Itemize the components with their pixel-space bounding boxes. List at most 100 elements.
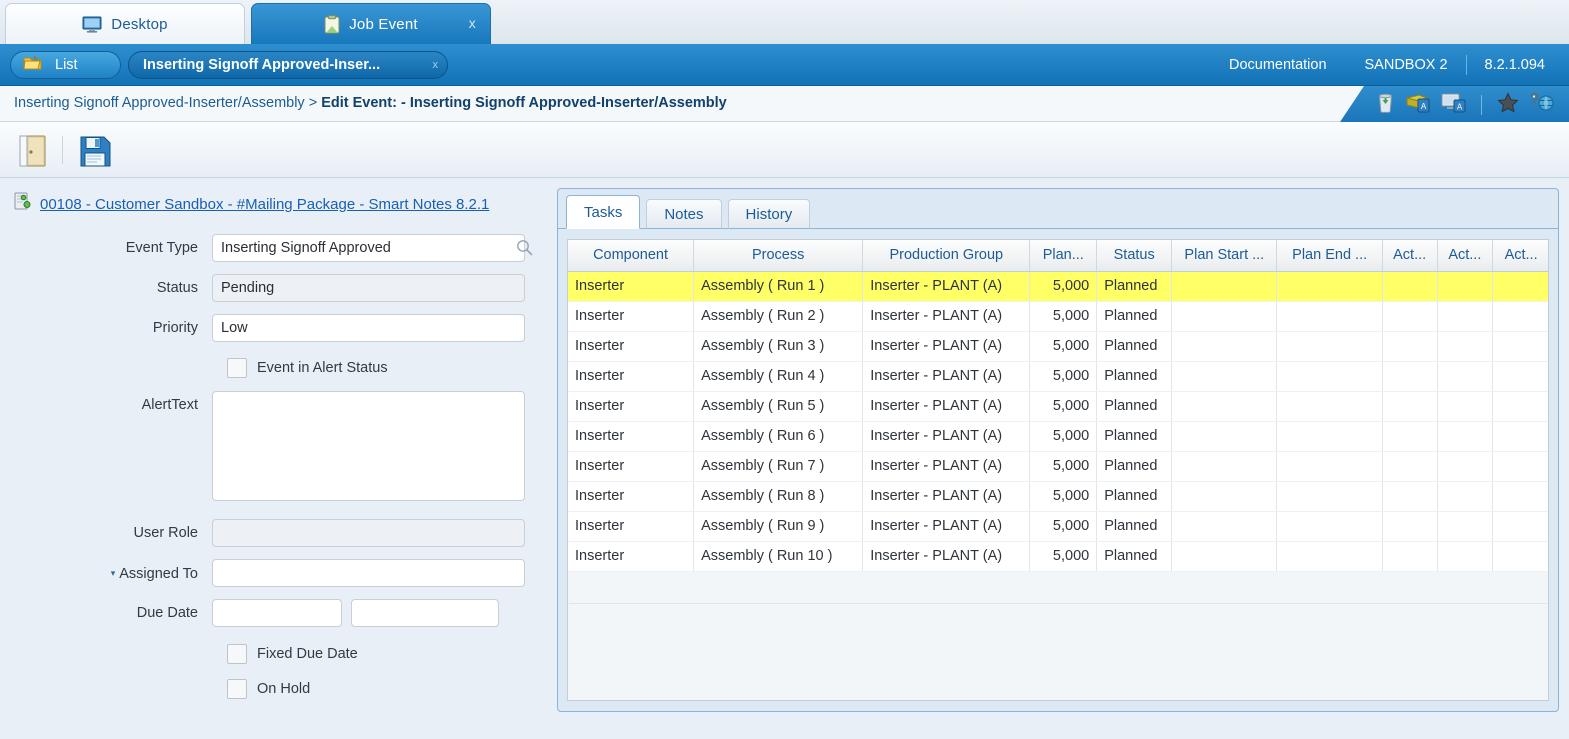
cell-r1-c1[interactable]: Assembly ( Run 2 ) <box>693 301 864 332</box>
cell-r7-c3[interactable]: 5,000 <box>1029 481 1098 512</box>
cell-r4-c5[interactable] <box>1171 391 1278 422</box>
book-icon[interactable]: A <box>1405 92 1430 118</box>
cell-r0-c2[interactable]: Inserter - PLANT (A) <box>862 271 1031 302</box>
cell-r3-c4[interactable]: Planned <box>1096 361 1173 392</box>
cell-r7-c2[interactable]: Inserter - PLANT (A) <box>862 481 1031 512</box>
cell-r6-c1[interactable]: Assembly ( Run 7 ) <box>693 451 864 482</box>
cell-r0-c1[interactable]: Assembly ( Run 1 ) <box>693 271 864 302</box>
cell-r5-c7[interactable] <box>1382 421 1438 452</box>
event-in-alert-status-checkbox[interactable] <box>227 358 247 378</box>
fixed-due-date-row[interactable]: Fixed Due Date <box>227 644 358 664</box>
cell-r6-c8[interactable] <box>1437 451 1494 482</box>
cell-r3-c8[interactable] <box>1437 361 1494 392</box>
column-header-0[interactable]: Component <box>568 240 695 272</box>
breadcrumb-parent[interactable]: Inserting Signoff Approved-Inserter/Asse… <box>14 95 305 111</box>
cell-r1-c6[interactable] <box>1276 301 1383 332</box>
cell-r5-c9[interactable] <box>1492 421 1548 452</box>
globe-key-icon[interactable] <box>1530 92 1555 118</box>
cell-r1-c9[interactable] <box>1492 301 1548 332</box>
cell-r6-c7[interactable] <box>1382 451 1438 482</box>
cell-r4-c4[interactable]: Planned <box>1096 391 1173 422</box>
cell-r8-c7[interactable] <box>1382 511 1438 542</box>
cell-r5-c4[interactable]: Planned <box>1096 421 1173 452</box>
assigned-to-select[interactable] <box>212 559 525 587</box>
cell-r9-c9[interactable] <box>1492 541 1548 572</box>
screen-icon[interactable]: A <box>1441 92 1466 118</box>
cell-r0-c4[interactable]: Planned <box>1096 271 1173 302</box>
cell-r3-c6[interactable] <box>1276 361 1383 392</box>
fixed-due-date-checkbox[interactable] <box>227 644 247 664</box>
cell-r9-c7[interactable] <box>1382 541 1438 572</box>
cell-r4-c9[interactable] <box>1492 391 1548 422</box>
expand-triangle-icon[interactable]: ▾ <box>111 568 116 578</box>
cell-r0-c3[interactable]: 5,000 <box>1029 271 1098 302</box>
cell-r5-c5[interactable] <box>1171 421 1278 452</box>
record-link[interactable]: 00108 - Customer Sandbox - #Mailing Pack… <box>40 196 489 213</box>
event-type-input[interactable]: Inserting Signoff Approved <box>212 234 525 262</box>
cell-r3-c5[interactable] <box>1171 361 1278 392</box>
cell-r0-c8[interactable] <box>1437 271 1494 302</box>
cell-r7-c9[interactable] <box>1492 481 1548 512</box>
cell-r0-c9[interactable] <box>1492 271 1548 302</box>
recycle-bin-icon[interactable] <box>1376 92 1395 118</box>
cell-r4-c0[interactable]: Inserter <box>568 391 695 422</box>
cell-r2-c5[interactable] <box>1171 331 1278 362</box>
cell-r4-c3[interactable]: 5,000 <box>1029 391 1098 422</box>
cell-r0-c0[interactable]: Inserter <box>568 271 695 302</box>
cell-r9-c3[interactable]: 5,000 <box>1029 541 1098 572</box>
cell-r9-c2[interactable]: Inserter - PLANT (A) <box>862 541 1031 572</box>
cell-r1-c7[interactable] <box>1382 301 1438 332</box>
user-role-input[interactable] <box>212 519 525 547</box>
status-select[interactable]: Pending <box>212 274 525 302</box>
cell-r0-c7[interactable] <box>1382 271 1438 302</box>
cell-r5-c3[interactable]: 5,000 <box>1029 421 1098 452</box>
cell-r8-c5[interactable] <box>1171 511 1278 542</box>
cell-r8-c0[interactable]: Inserter <box>568 511 695 542</box>
column-header-5[interactable]: Plan Start ... <box>1171 240 1278 272</box>
table-row[interactable]: Inserter Assembly ( Run 5 ) Inserter - PLA… <box>568 391 1548 422</box>
cell-r6-c4[interactable]: Planned <box>1096 451 1173 482</box>
tab-history[interactable]: History <box>727 199 811 229</box>
cell-r7-c7[interactable] <box>1382 481 1438 512</box>
window-tab-close-icon[interactable]: x <box>469 15 476 31</box>
cell-r9-c5[interactable] <box>1171 541 1278 572</box>
cell-r3-c3[interactable]: 5,000 <box>1029 361 1098 392</box>
cell-r0-c5[interactable] <box>1171 271 1278 302</box>
cell-r8-c6[interactable] <box>1276 511 1383 542</box>
cell-r8-c2[interactable]: Inserter - PLANT (A) <box>862 511 1031 542</box>
active-record-pill-close-icon[interactable]: x <box>433 59 439 71</box>
alert-text-textarea[interactable] <box>212 391 525 501</box>
cell-r6-c5[interactable] <box>1171 451 1278 482</box>
cell-r8-c4[interactable]: Planned <box>1096 511 1173 542</box>
cell-r8-c3[interactable]: 5,000 <box>1029 511 1098 542</box>
table-row[interactable]: Inserter Assembly ( Run 6 ) Inserter - PLA… <box>568 421 1548 452</box>
tab-notes[interactable]: Notes <box>646 199 722 229</box>
cell-r5-c8[interactable] <box>1437 421 1494 452</box>
cell-r7-c4[interactable]: Planned <box>1096 481 1173 512</box>
cell-r2-c1[interactable]: Assembly ( Run 3 ) <box>693 331 864 362</box>
exit-button[interactable] <box>14 132 52 170</box>
column-header-3[interactable]: Plan... <box>1029 240 1098 272</box>
cell-r1-c2[interactable]: Inserter - PLANT (A) <box>862 301 1031 332</box>
cell-r8-c9[interactable] <box>1492 511 1548 542</box>
cell-r5-c0[interactable]: Inserter <box>568 421 695 452</box>
cell-r2-c2[interactable]: Inserter - PLANT (A) <box>862 331 1031 362</box>
search-icon[interactable] <box>0 239 16 255</box>
cell-r2-c0[interactable]: Inserter <box>568 331 695 362</box>
window-tab-job-event[interactable]: Job Event x <box>251 3 491 44</box>
cell-r6-c2[interactable]: Inserter - PLANT (A) <box>862 451 1031 482</box>
cell-r7-c6[interactable] <box>1276 481 1383 512</box>
table-row[interactable]: Inserter Assembly ( Run 8 ) Inserter - PLA… <box>568 481 1548 512</box>
priority-select[interactable]: Low <box>212 314 525 342</box>
column-header-6[interactable]: Plan End ... <box>1276 240 1383 272</box>
cell-r7-c1[interactable]: Assembly ( Run 8 ) <box>693 481 864 512</box>
cell-r2-c8[interactable] <box>1437 331 1494 362</box>
due-time-input[interactable] <box>351 599 499 627</box>
documentation-link[interactable]: Documentation <box>1229 57 1327 73</box>
cell-r9-c6[interactable] <box>1276 541 1383 572</box>
cell-r5-c6[interactable] <box>1276 421 1383 452</box>
cell-r6-c9[interactable] <box>1492 451 1548 482</box>
active-record-pill[interactable]: Inserting Signoff Approved-Inser... x <box>128 51 448 79</box>
cell-r2-c6[interactable] <box>1276 331 1383 362</box>
tab-tasks[interactable]: Tasks <box>566 195 641 229</box>
